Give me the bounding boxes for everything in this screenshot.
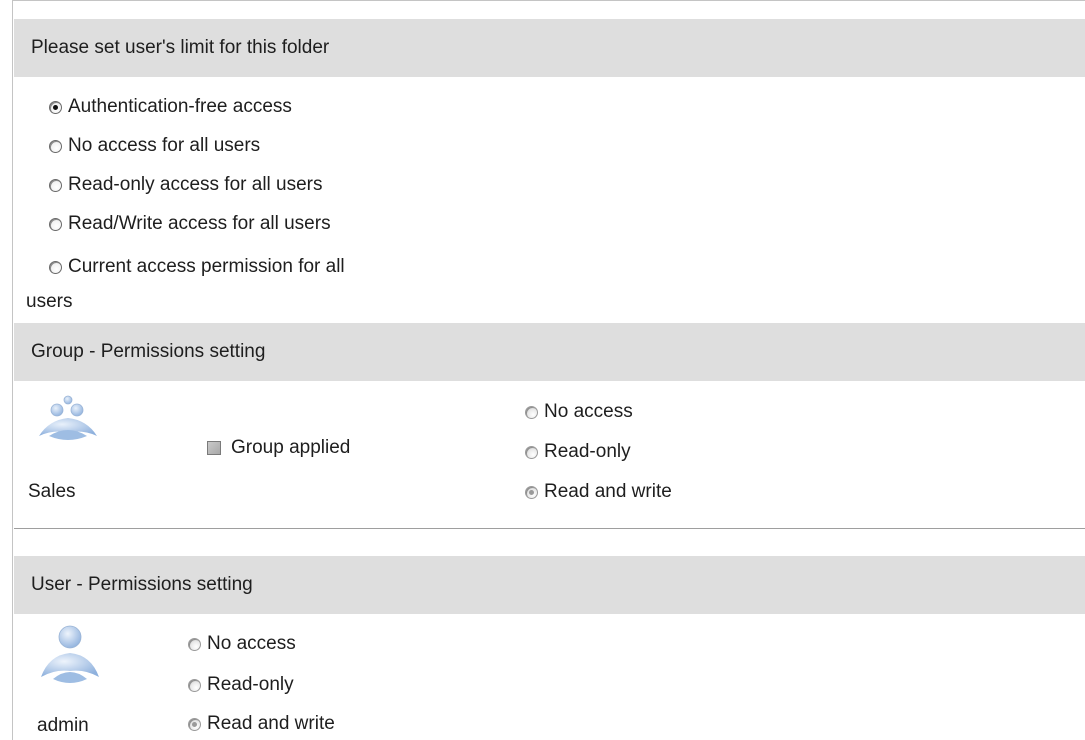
folder-limit-header-text: Please set user's limit for this folder <box>31 37 330 58</box>
group-permissions-header: Group - Permissions setting <box>14 323 1085 381</box>
group-name: Sales <box>28 481 76 502</box>
radio-label: No access for all users <box>68 135 261 156</box>
user-icon <box>37 625 103 693</box>
radio-button[interactable] <box>49 217 62 231</box>
radio-authentication-free[interactable]: Authentication-free access <box>49 96 292 118</box>
group-applied-checkbox[interactable]: Group applied <box>207 437 350 459</box>
radio-button[interactable] <box>188 637 201 651</box>
radio-button[interactable] <box>49 178 62 192</box>
user-radio-no-access[interactable]: No access <box>188 633 296 655</box>
radio-label: No access <box>544 401 633 422</box>
radio-button[interactable] <box>525 445 538 459</box>
radio-button[interactable] <box>49 100 62 114</box>
group-radio-read-only[interactable]: Read-only <box>525 441 631 463</box>
checkbox[interactable] <box>207 441 221 455</box>
group-permissions-header-text: Group - Permissions setting <box>31 341 266 362</box>
radio-button[interactable] <box>188 717 201 731</box>
radio-label-line1: Current access permission for all <box>68 256 345 277</box>
user-radio-read-write[interactable]: Read and write <box>188 713 335 735</box>
radio-label: Read and write <box>207 713 335 734</box>
radio-button[interactable] <box>525 485 538 499</box>
radio-read-write-all[interactable]: Read/Write access for all users <box>49 213 331 235</box>
checkbox-label: Group applied <box>231 437 351 458</box>
radio-read-only-all[interactable]: Read-only access for all users <box>49 174 323 196</box>
user-permissions-header-text: User - Permissions setting <box>31 574 253 595</box>
radio-button[interactable] <box>525 405 538 419</box>
radio-current-access-all[interactable]: Current access permission for all <box>49 256 345 278</box>
radio-label: Read-only access for all users <box>68 174 323 195</box>
permissions-panel: Please set user's limit for this folder … <box>12 0 1085 740</box>
user-group-icon <box>35 394 101 460</box>
folder-limit-header: Please set user's limit for this folder <box>14 19 1085 77</box>
radio-label: Read-only <box>207 674 294 695</box>
radio-label: Authentication-free access <box>68 96 292 117</box>
user-radio-read-only[interactable]: Read-only <box>188 674 294 696</box>
section-divider <box>14 528 1085 529</box>
radio-button[interactable] <box>188 678 201 692</box>
radio-label-line2: users <box>26 291 73 312</box>
radio-label: No access <box>207 633 296 654</box>
group-radio-no-access[interactable]: No access <box>525 401 633 423</box>
user-permissions-header: User - Permissions setting <box>14 556 1085 614</box>
radio-label: Read/Write access for all users <box>68 213 331 234</box>
user-name: admin <box>37 715 89 736</box>
radio-no-access-all[interactable]: No access for all users <box>49 135 260 157</box>
radio-label: Read-only <box>544 441 631 462</box>
radio-label: Read and write <box>544 481 672 502</box>
group-radio-read-write[interactable]: Read and write <box>525 481 672 503</box>
radio-button[interactable] <box>49 139 62 153</box>
radio-button[interactable] <box>49 260 62 274</box>
